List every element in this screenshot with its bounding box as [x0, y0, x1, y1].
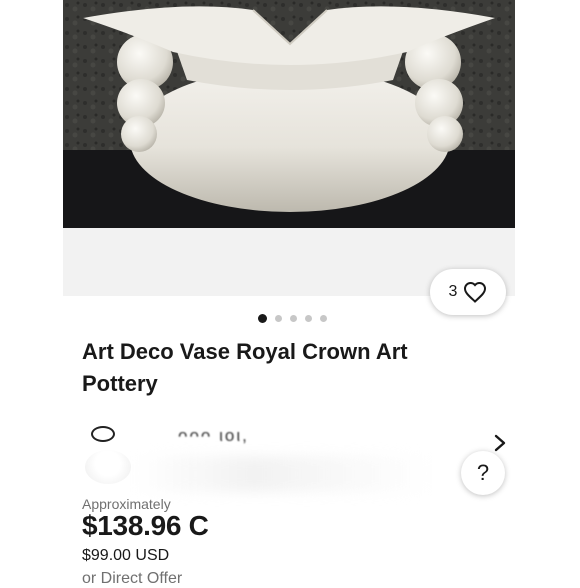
watch-button[interactable]: 3 — [430, 269, 506, 315]
direct-offer-text: or Direct Offer — [82, 570, 183, 587]
listing-title: Art Deco Vase Royal Crown Art Pottery — [82, 339, 408, 396]
avatar — [85, 450, 131, 484]
seller-name: ᴖᴖᴖ ιοι, — [178, 426, 249, 445]
chevron-right-icon — [494, 434, 506, 452]
heart-icon — [464, 281, 487, 303]
pagination-dot[interactable] — [320, 315, 327, 322]
original-price: $99.00 USD — [82, 547, 170, 564]
image-pagination — [258, 314, 327, 323]
seller-info-row[interactable]: ᴖᴖᴖ ιοι, — [63, 412, 513, 496]
help-button[interactable]: ? — [461, 451, 505, 495]
converted-price: $138.96 C — [82, 510, 209, 541]
watch-count: 3 — [448, 283, 458, 300]
pagination-dot[interactable] — [305, 315, 312, 322]
seller-details-blurred — [133, 456, 433, 492]
seller-logo-icon — [91, 426, 115, 442]
pagination-dot[interactable] — [290, 315, 297, 322]
pagination-dot[interactable] — [258, 314, 267, 323]
pagination-dot[interactable] — [275, 315, 282, 322]
question-icon: ? — [476, 460, 490, 485]
product-image-carousel[interactable] — [63, 0, 515, 296]
product-photo — [63, 0, 515, 228]
